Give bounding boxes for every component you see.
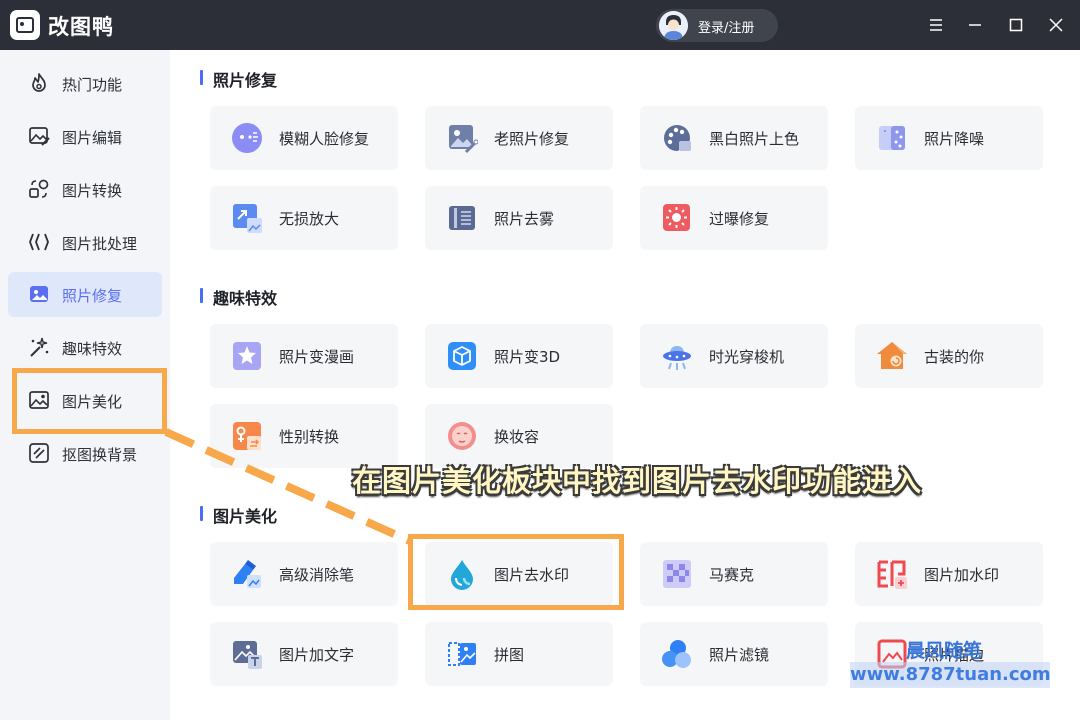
collage-icon <box>448 642 476 666</box>
cutout-icon <box>29 443 49 463</box>
batch-icon <box>29 233 49 251</box>
site-watermark-url: www.8787tuan.com <box>850 662 1051 688</box>
tool-photo-to-cartoon[interactable]: 照片变漫画 <box>210 324 398 388</box>
login-label: 登录/注册 <box>698 21 755 36</box>
overexposure-icon <box>663 204 690 231</box>
blur-face-icon <box>232 123 262 153</box>
sidebar-item-hot[interactable]: 热门功能 <box>8 61 162 106</box>
sidebar-item-edit[interactable]: 图片编辑 <box>8 114 162 159</box>
maximize-icon[interactable] <box>1003 12 1029 38</box>
old-photo-icon <box>449 125 478 154</box>
makeup-face-icon <box>448 422 476 450</box>
convert-icon <box>29 179 49 198</box>
annotation-banner: 在图片美化板块中找到图片去水印功能进入 <box>352 464 923 498</box>
photo-repair-icon <box>30 286 48 302</box>
sidebar-item-label: 热门功能 <box>62 76 123 94</box>
sidebar-item-label: 图片美化 <box>62 393 123 411</box>
tool-colorize[interactable]: 黑白照片上色 <box>640 106 828 170</box>
app-name: 改图鸭 <box>48 15 114 39</box>
enlarge-icon <box>233 204 262 233</box>
sidebar-item-label: 抠图换背景 <box>62 446 138 464</box>
tool-remove-watermark[interactable]: 图片去水印 <box>425 542 613 606</box>
image-beautify-icon <box>29 391 49 409</box>
app-logo-icon <box>10 10 40 40</box>
image-edit-icon <box>29 127 50 146</box>
sidebar-item-fun-effects[interactable]: 趣味特效 <box>8 325 162 370</box>
dehaze-icon <box>449 206 475 230</box>
denoise-icon <box>879 126 905 150</box>
sidebar-item-label: 照片修复 <box>62 287 123 305</box>
tool-blur-face-repair[interactable]: 模糊人脸修复 <box>210 106 398 170</box>
ancient-house-icon <box>877 342 907 369</box>
flame-icon <box>32 73 46 92</box>
palette-icon <box>664 125 691 151</box>
tool-add-watermark[interactable]: 图片加水印 <box>855 542 1043 606</box>
site-watermark-title: 晨风随笔 <box>906 640 983 662</box>
main-content: 照片修复 模糊人脸修复 老照片修复 黑白照片上色 照片降噪 无损放大 照片去雾 … <box>170 50 1080 720</box>
sidebar-item-label: 图片编辑 <box>62 129 123 147</box>
tool-denoise[interactable]: 照片降噪 <box>855 106 1043 170</box>
sidebar-item-label: 趣味特效 <box>62 340 123 358</box>
sidebar-item-label: 图片批处理 <box>62 235 138 253</box>
sidebar-item-batch[interactable]: 图片批处理 <box>8 220 162 265</box>
minimize-icon[interactable] <box>962 12 988 38</box>
tool-collage[interactable]: 拼图 <box>425 622 613 686</box>
add-watermark-icon <box>877 560 907 589</box>
tool-overexposure-repair[interactable]: 过曝修复 <box>640 186 828 250</box>
mosaic-icon <box>663 560 691 588</box>
tool-old-photo-repair[interactable]: 老照片修复 <box>425 106 613 170</box>
tool-dehaze[interactable]: 照片去雾 <box>425 186 613 250</box>
avatar <box>659 11 688 40</box>
sidebar-item-photo-repair[interactable]: 照片修复 <box>8 272 162 317</box>
sparkle-wand-icon <box>30 337 49 357</box>
cartoon-icon <box>233 342 261 370</box>
sidebar-item-convert[interactable]: 图片转换 <box>8 167 162 212</box>
title-bar: 改图鸭 登录/注册 <box>0 0 1080 50</box>
add-text-icon <box>233 641 262 669</box>
tool-photo-filter[interactable]: 照片滤镜 <box>640 622 828 686</box>
close-icon[interactable] <box>1043 12 1069 38</box>
sidebar-item-beautify[interactable]: 图片美化 <box>8 378 162 423</box>
tool-ancient-costume[interactable]: 古装的你 <box>855 324 1043 388</box>
sidebar-item-label: 图片转换 <box>62 182 123 200</box>
water-drop-icon <box>451 560 473 590</box>
login-button[interactable]: 登录/注册 <box>656 9 778 42</box>
sidebar: 热门功能 图片编辑 图片转换 图片批处理 照片修复 趣味特效 图片美化 抠图换背… <box>0 50 170 720</box>
eraser-pen-icon <box>234 560 261 588</box>
sidebar-item-cutout[interactable]: 抠图换背景 <box>8 431 162 476</box>
tool-advanced-eraser[interactable]: 高级消除笔 <box>210 542 398 606</box>
ufo-icon <box>663 346 691 370</box>
gender-icon <box>233 422 261 450</box>
tool-add-text[interactable]: 图片加文字 <box>210 622 398 686</box>
cube-3d-icon <box>448 342 476 370</box>
tool-photo-to-3d[interactable]: 照片变3D <box>425 324 613 388</box>
tool-time-machine[interactable]: 时光穿梭机 <box>640 324 828 388</box>
tool-lossless-enlarge[interactable]: 无损放大 <box>210 186 398 250</box>
tool-mosaic[interactable]: 马赛克 <box>640 542 828 606</box>
menu-icon[interactable] <box>923 12 949 38</box>
filter-circles-icon <box>662 640 691 668</box>
